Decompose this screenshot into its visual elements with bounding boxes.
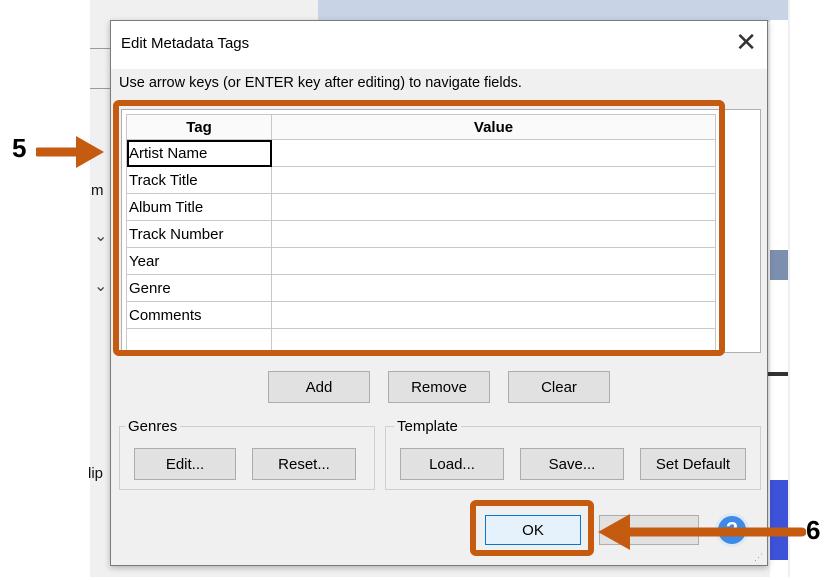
genres-reset-button[interactable]: Reset... (252, 448, 356, 480)
ok-highlight-box (470, 500, 594, 556)
grid-highlight-box (113, 100, 725, 356)
background-divider (90, 88, 110, 89)
template-save-button[interactable]: Save... (520, 448, 624, 480)
clear-button[interactable]: Clear (508, 371, 610, 403)
background-waveform-top (318, 0, 788, 22)
genres-group-label: Genres (125, 418, 181, 435)
background-label-fragment: lip (88, 465, 104, 482)
template-set-default-button[interactable]: Set Default (640, 448, 746, 480)
arrow-left-icon (598, 514, 806, 550)
arrow-right-icon (36, 136, 104, 168)
genres-edit-button[interactable]: Edit... (134, 448, 236, 480)
template-load-button[interactable]: Load... (400, 448, 504, 480)
instructions-text: Use arrow keys (or ENTER key after editi… (119, 75, 522, 91)
chevron-down-icon: ⌄ (94, 228, 108, 245)
close-icon[interactable]: ✕ (735, 29, 757, 55)
chevron-down-icon: ⌄ (94, 278, 108, 295)
add-button[interactable]: Add (268, 371, 370, 403)
dialog-title: Edit Metadata Tags (121, 35, 250, 52)
remove-button[interactable]: Remove (388, 371, 490, 403)
background-waveform-right (770, 250, 788, 280)
step-marker-6: 6 (806, 515, 821, 545)
background-divider (90, 48, 110, 49)
template-group-label: Template (394, 418, 461, 435)
dialog-titlebar: Edit Metadata Tags ✕ (111, 21, 767, 69)
background-divider (765, 372, 788, 376)
step-marker-5: 5 (12, 133, 27, 163)
background-label-fragment: m (91, 182, 104, 199)
